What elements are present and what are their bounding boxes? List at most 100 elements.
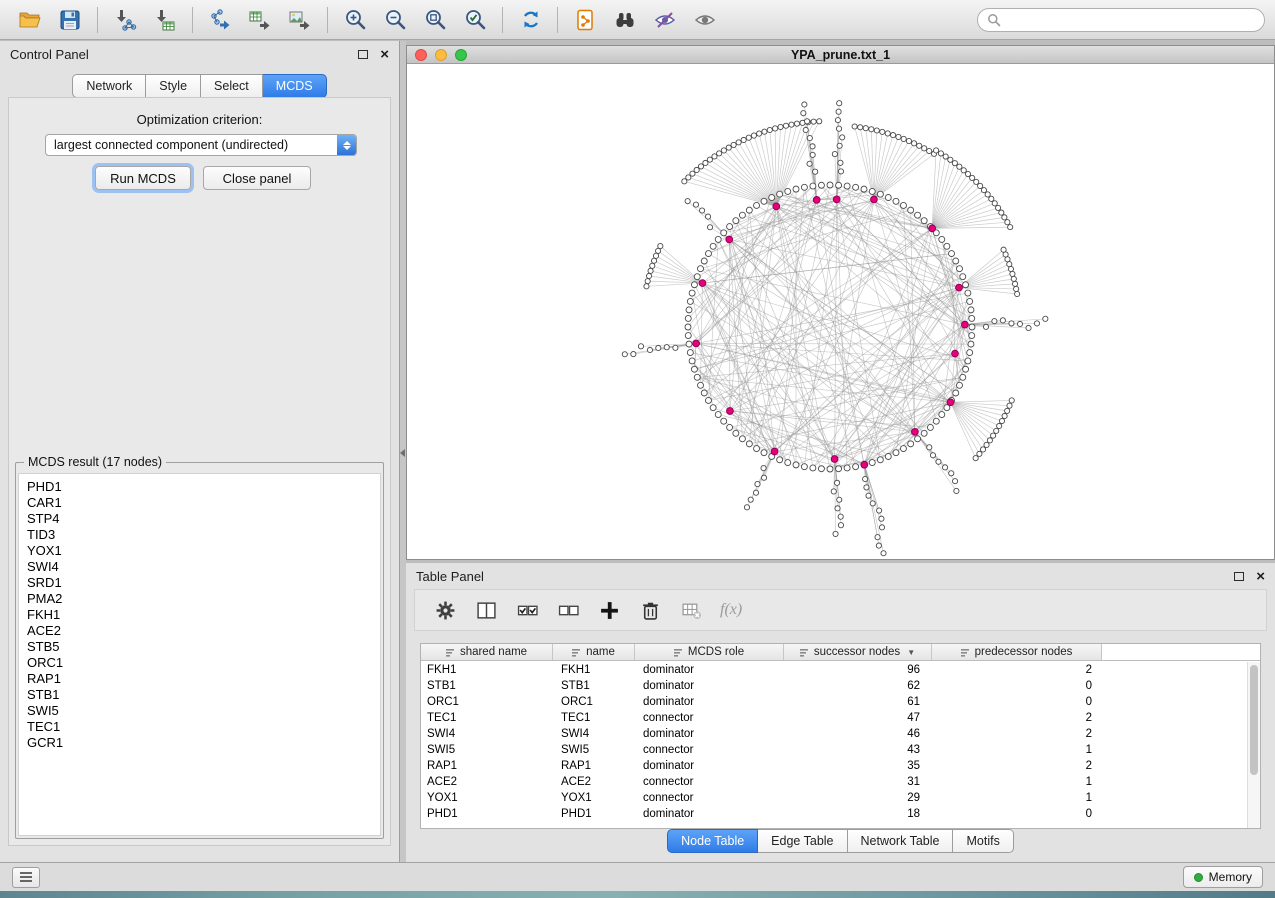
- mcds-result-item[interactable]: SRD1: [19, 575, 380, 591]
- mcds-result-item[interactable]: SWI4: [19, 559, 380, 575]
- float-panel-icon[interactable]: [1234, 572, 1244, 581]
- delete-column-button[interactable]: [638, 598, 662, 622]
- eye-icon: [694, 9, 716, 31]
- import-table-button[interactable]: [145, 4, 185, 36]
- column-menu-icon[interactable]: ▼: [907, 648, 915, 657]
- apply-layout-button[interactable]: [510, 4, 550, 36]
- control-panel-title: Control Panel: [10, 47, 89, 62]
- header-filler: [1102, 644, 1260, 660]
- share-document-button[interactable]: [565, 4, 605, 36]
- mcds-result-item[interactable]: SWI5: [19, 703, 380, 719]
- criterion-dropdown[interactable]: largest connected component (undirected): [45, 134, 357, 156]
- tab-network[interactable]: Network: [72, 74, 146, 98]
- graphics-details-button[interactable]: [685, 4, 725, 36]
- column-header-successor-nodes[interactable]: successor nodes ▼: [784, 644, 932, 660]
- network-graph[interactable]: [407, 65, 1274, 559]
- tab-network-table[interactable]: Network Table: [848, 829, 954, 853]
- column-header-shared-name[interactable]: shared name: [421, 644, 553, 660]
- table-row[interactable]: ACE2ACE2connector311: [421, 774, 1247, 790]
- close-panel-icon[interactable]: ×: [1256, 569, 1265, 584]
- folder-open-icon: [18, 8, 42, 32]
- application-window: Control Panel × Network Style Select MCD…: [0, 0, 1275, 898]
- table-row[interactable]: FKH1FKH1dominator962: [421, 662, 1247, 678]
- task-history-button[interactable]: [12, 867, 40, 888]
- float-panel-icon[interactable]: [358, 50, 368, 59]
- export-image-icon: [288, 8, 312, 32]
- mcds-result-item[interactable]: RAP1: [19, 671, 380, 687]
- delete-table-icon: [681, 600, 702, 621]
- search-input[interactable]: [1006, 13, 1255, 27]
- deselect-all-button[interactable]: [556, 598, 580, 622]
- mcds-result-item[interactable]: TID3: [19, 527, 380, 543]
- add-column-button[interactable]: [597, 598, 621, 622]
- table-settings-button[interactable]: [433, 598, 457, 622]
- cell-name: RAP1: [553, 760, 635, 772]
- tab-edge-table[interactable]: Edge Table: [758, 829, 847, 853]
- table-row[interactable]: TEC1TEC1connector472: [421, 710, 1247, 726]
- mcds-result-groupbox: MCDS result (17 nodes) PHD1CAR1STP4TID3Y…: [15, 462, 384, 839]
- mcds-result-item[interactable]: GCR1: [19, 735, 380, 751]
- mcds-result-item[interactable]: FKH1: [19, 607, 380, 623]
- close-window-icon[interactable]: [415, 49, 427, 61]
- hide-annotations-button[interactable]: [645, 4, 685, 36]
- open-file-button[interactable]: [10, 4, 50, 36]
- table-row[interactable]: RAP1RAP1dominator352: [421, 758, 1247, 774]
- mcds-result-item[interactable]: STP4: [19, 511, 380, 527]
- cell-name: TEC1: [553, 712, 635, 724]
- export-network-button[interactable]: [200, 4, 240, 36]
- mcds-result-item[interactable]: PMA2: [19, 591, 380, 607]
- cell-pred: 0: [932, 680, 1102, 692]
- export-image-button[interactable]: [280, 4, 320, 36]
- maximize-window-icon[interactable]: [455, 49, 467, 61]
- import-network-button[interactable]: [105, 4, 145, 36]
- network-canvas[interactable]: [407, 65, 1274, 559]
- tab-mcds[interactable]: MCDS: [263, 74, 327, 98]
- memory-button[interactable]: Memory: [1183, 866, 1263, 888]
- table-row[interactable]: ORC1ORC1dominator610: [421, 694, 1247, 710]
- table-row[interactable]: YOX1YOX1connector291: [421, 790, 1247, 806]
- tab-select[interactable]: Select: [201, 74, 263, 98]
- table-row[interactable]: SWI4SWI4dominator462: [421, 726, 1247, 742]
- search-box[interactable]: [977, 8, 1265, 32]
- minimize-window-icon[interactable]: [435, 49, 447, 61]
- mcds-result-item[interactable]: TEC1: [19, 719, 380, 735]
- search-network-button[interactable]: [605, 4, 645, 36]
- sort-icon: [572, 648, 581, 657]
- tab-motifs[interactable]: Motifs: [953, 829, 1013, 853]
- save-session-button[interactable]: [50, 4, 90, 36]
- table-row[interactable]: STB1STB1dominator620: [421, 678, 1247, 694]
- column-header-predecessor-nodes[interactable]: predecessor nodes: [932, 644, 1102, 660]
- run-mcds-button[interactable]: Run MCDS: [95, 166, 191, 190]
- mcds-result-item[interactable]: ACE2: [19, 623, 380, 639]
- checked-boxes-icon: [517, 600, 538, 621]
- toolbar-separator: [327, 7, 328, 33]
- collapse-arrow-icon[interactable]: [400, 449, 405, 457]
- network-window-titlebar[interactable]: YPA_prune.txt_1: [407, 46, 1274, 64]
- mcds-result-list[interactable]: PHD1CAR1STP4TID3YOX1SWI4SRD1PMA2FKH1ACE2…: [18, 473, 381, 836]
- zoom-fit-button[interactable]: [415, 4, 455, 36]
- cell-role: connector: [635, 776, 784, 788]
- tab-node-table[interactable]: Node Table: [667, 829, 758, 853]
- zoom-in-button[interactable]: [335, 4, 375, 36]
- mcds-result-item[interactable]: STB5: [19, 639, 380, 655]
- control-panel-tabs: Network Style Select MCDS: [0, 74, 399, 98]
- tab-style[interactable]: Style: [146, 74, 201, 98]
- select-all-button[interactable]: [515, 598, 539, 622]
- mcds-result-item[interactable]: PHD1: [19, 479, 380, 495]
- column-header-mcds-role[interactable]: MCDS role: [635, 644, 784, 660]
- export-table-button[interactable]: [240, 4, 280, 36]
- show-columns-button[interactable]: [474, 598, 498, 622]
- mcds-result-item[interactable]: CAR1: [19, 495, 380, 511]
- zoom-selected-button[interactable]: [455, 4, 495, 36]
- column-header-name[interactable]: name: [553, 644, 635, 660]
- close-panel-button[interactable]: Close panel: [203, 166, 311, 190]
- close-panel-icon[interactable]: ×: [380, 47, 389, 62]
- table-row[interactable]: PHD1PHD1dominator180: [421, 806, 1247, 822]
- mcds-result-item[interactable]: STB1: [19, 687, 380, 703]
- mcds-result-item[interactable]: YOX1: [19, 543, 380, 559]
- zoom-out-button[interactable]: [375, 4, 415, 36]
- table-scrollbar[interactable]: [1247, 662, 1260, 828]
- table-row[interactable]: SWI5SWI5connector431: [421, 742, 1247, 758]
- mcds-result-item[interactable]: ORC1: [19, 655, 380, 671]
- scrollbar-thumb[interactable]: [1250, 665, 1258, 775]
